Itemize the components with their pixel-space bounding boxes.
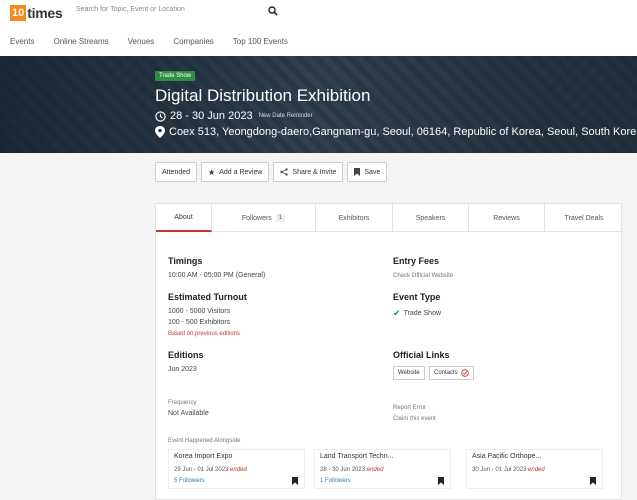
alongside-heading: Event Happened Alongside xyxy=(168,438,241,444)
related-event-status: ended xyxy=(528,467,545,473)
report-error-link[interactable]: Report Error xyxy=(393,405,426,411)
event-title: Digital Distribution Exhibition xyxy=(155,86,371,105)
editions-label: Editions xyxy=(168,350,204,360)
action-bar: Attended ★ Add a Review Share & Invite S… xyxy=(155,162,388,182)
save-button[interactable]: Save xyxy=(347,162,388,182)
related-event-date-text: 29 Jun - 01 Jul 2023 xyxy=(174,467,229,473)
tab-reviews[interactable]: Reviews xyxy=(469,204,545,232)
turnout-note: Based on previous editions xyxy=(168,331,241,337)
related-event-dates: 30 Jun - 01 Jul 2023 ended xyxy=(472,467,545,473)
location-pin-icon xyxy=(155,126,165,138)
contacts-label: Contacts xyxy=(434,370,458,376)
save-label: Save xyxy=(364,168,381,176)
timings-value: 10:00 AM - 05:00 PM (General) xyxy=(168,272,266,279)
nav-online-streams[interactable]: Online Streams xyxy=(53,37,108,46)
event-address: Coex 513, Yeongdong-daero,Gangnam-gu, Se… xyxy=(155,126,637,138)
event-date-text: 28 - 30 Jun 2023 xyxy=(170,110,253,122)
tab-reviews-label: Reviews xyxy=(493,214,520,222)
top-bar: 10 times Search for Topic, Event or Loca… xyxy=(0,0,637,56)
tab-exhibitors-label: Exhibitors xyxy=(338,214,370,222)
followers-count-badge: 1 xyxy=(275,214,286,222)
event-type-label: Event Type xyxy=(393,292,441,302)
event-type-value: ✔ Trade Show xyxy=(393,308,441,319)
tab-speakers[interactable]: Speakers xyxy=(393,204,469,232)
editions-value[interactable]: Jun 2023 xyxy=(168,366,197,373)
event-details-card: About Followers 1 Exhibitors Speakers Re… xyxy=(155,203,623,500)
turnout-label: Estimated Turnout xyxy=(168,292,247,302)
event-address-text: Coex 513, Yeongdong-daero,Gangnam-gu, Se… xyxy=(169,126,637,138)
related-event-title[interactable]: Asia Pacific Orthope... xyxy=(472,453,541,460)
share-icon xyxy=(280,168,289,176)
main-nav: Events Online Streams Venues Companies T… xyxy=(10,37,307,46)
related-event-title[interactable]: Land Transport Techn... xyxy=(320,453,393,460)
nav-top-100-events[interactable]: Top 100 Events xyxy=(233,37,288,46)
shield-check-icon xyxy=(460,369,469,377)
website-label: Website xyxy=(398,370,420,376)
related-event-date-text: 30 Jun - 01 Jul 2023 xyxy=(472,467,527,473)
event-banner: Trade Show Digital Distribution Exhibiti… xyxy=(0,56,637,153)
related-event-dates: 29 Jun - 01 Jul 2023 ended xyxy=(174,467,247,473)
claim-event-link[interactable]: Claim this event xyxy=(393,416,436,422)
search-input[interactable]: Search for Topic, Event or Location xyxy=(76,6,185,13)
related-event-title[interactable]: Korea Import Expo xyxy=(174,453,232,460)
tab-followers-label: Followers xyxy=(241,214,272,222)
add-review-button[interactable]: ★ Add a Review xyxy=(201,162,270,182)
contacts-link-button[interactable]: Contacts xyxy=(429,366,474,380)
website-link-button[interactable]: Website xyxy=(393,366,425,380)
clock-icon xyxy=(155,110,166,122)
logo-text: times xyxy=(27,5,63,21)
related-event-followers[interactable]: 1 Followers xyxy=(320,478,351,484)
bookmark-icon xyxy=(354,168,361,176)
related-event-card[interactable]: Korea Import Expo 29 Jun - 01 Jul 2023 e… xyxy=(168,449,305,489)
timings-label: Timings xyxy=(168,256,203,266)
logo-box: 10 xyxy=(10,5,27,21)
share-invite-label: Share & Invite xyxy=(292,168,337,176)
frequency-label: Frequency xyxy=(168,400,197,406)
related-event-card[interactable]: Asia Pacific Orthope... 30 Jun - 01 Jul … xyxy=(466,449,603,489)
related-event-dates: 28 - 30 Jun 2023 ended xyxy=(320,467,383,473)
check-icon: ✔ xyxy=(393,308,401,318)
date-reminder-link[interactable]: New Date Reminder xyxy=(259,113,313,119)
star-icon: ★ xyxy=(208,167,216,177)
frequency-value: Not Available xyxy=(168,410,209,417)
entry-fees-value[interactable]: Check Official Website xyxy=(393,273,453,279)
nav-companies[interactable]: Companies xyxy=(173,37,213,46)
search-icon[interactable] xyxy=(268,6,278,16)
related-event-status: ended xyxy=(230,467,247,473)
tab-travel-deals-label: Travel Deals xyxy=(564,214,604,222)
site-logo[interactable]: 10 times xyxy=(10,4,63,22)
event-type-badge: Trade Show xyxy=(155,71,196,81)
attended-label: Attended xyxy=(162,168,191,176)
bookmark-icon[interactable] xyxy=(292,477,298,485)
tab-about[interactable]: About xyxy=(156,204,212,232)
event-dates: 28 - 30 Jun 2023 New Date Reminder xyxy=(155,110,313,122)
related-event-status: ended xyxy=(366,467,384,473)
related-event-card[interactable]: Land Transport Techn... 28 - 30 Jun 2023… xyxy=(314,449,451,489)
tab-bar: About Followers 1 Exhibitors Speakers Re… xyxy=(156,204,623,232)
event-type-text: Trade Show xyxy=(403,310,442,317)
nav-events[interactable]: Events xyxy=(10,37,34,46)
entry-fees-label: Entry Fees xyxy=(393,256,440,266)
attended-button[interactable]: Attended xyxy=(155,162,198,182)
exhibitors-value: 100 - 500 Exhibitors xyxy=(168,319,231,326)
tab-exhibitors[interactable]: Exhibitors xyxy=(316,204,393,232)
tab-speakers-label: Speakers xyxy=(415,214,446,222)
nav-venues[interactable]: Venues xyxy=(128,37,155,46)
tab-about-label: About xyxy=(174,213,193,221)
official-links-label: Official Links xyxy=(393,350,450,360)
related-event-date-text: 28 - 30 Jun 2023 xyxy=(320,467,366,473)
tab-travel-deals[interactable]: Travel Deals xyxy=(545,204,623,232)
tab-followers[interactable]: Followers 1 xyxy=(212,204,316,232)
share-invite-button[interactable]: Share & Invite xyxy=(273,162,344,182)
visitors-value: 1000 - 5000 Visitors xyxy=(168,308,231,315)
related-event-followers[interactable]: 5 Followers xyxy=(174,478,205,484)
bookmark-icon[interactable] xyxy=(590,477,596,485)
add-review-label: Add a Review xyxy=(219,168,263,176)
bookmark-icon[interactable] xyxy=(438,477,444,485)
